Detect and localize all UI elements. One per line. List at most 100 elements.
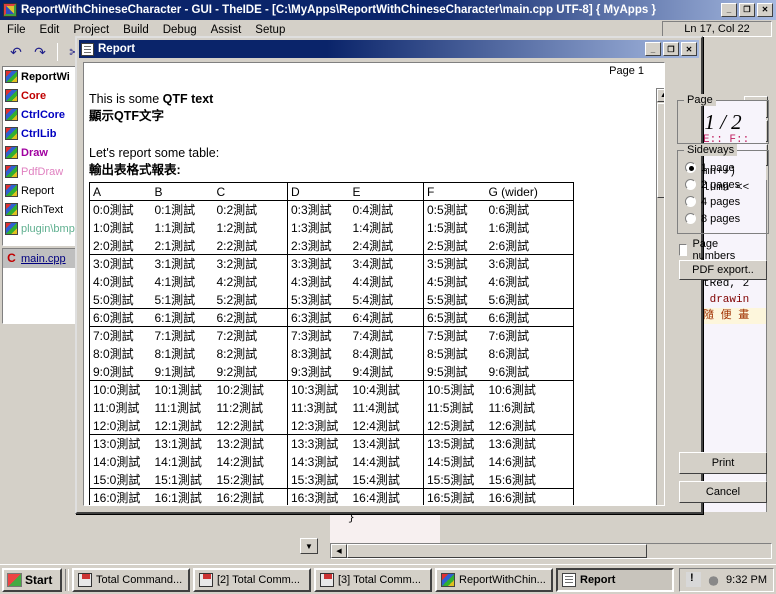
table-cell: 15:0測試 bbox=[89, 470, 152, 489]
radio-button-icon[interactable] bbox=[685, 179, 696, 190]
table-cell: 12:5測試 bbox=[423, 416, 486, 435]
table-cell: 2:6測試 bbox=[485, 236, 574, 255]
cancel-button[interactable]: Cancel bbox=[679, 481, 767, 503]
package-item-4[interactable]: Draw bbox=[3, 143, 75, 162]
checkbox-box-icon[interactable] bbox=[679, 244, 688, 256]
scroll-up-arrow-icon[interactable]: ▲ bbox=[657, 89, 664, 102]
file-list[interactable]: Cmain.cpp bbox=[2, 248, 76, 324]
table-row: 2:0測試 2:1測試 2:2測試 2:3測試 2:4測試 2:5測試 2:6測試 bbox=[89, 236, 574, 255]
start-label: Start bbox=[25, 572, 53, 587]
radio-button-icon[interactable] bbox=[685, 162, 696, 173]
table-cell: 14:2測試 bbox=[216, 455, 264, 469]
sideways-option-2[interactable]: 4 pages bbox=[678, 193, 768, 210]
dialog-close-icon[interactable]: ✕ bbox=[681, 42, 697, 56]
table-cell: 5:2測試 bbox=[213, 290, 288, 309]
redo-icon[interactable]: ↷ bbox=[30, 42, 50, 62]
package-icon bbox=[5, 222, 18, 235]
file-item-0[interactable]: Cmain.cpp bbox=[3, 249, 75, 268]
table-cell: 4:0測試 bbox=[89, 272, 152, 291]
table-cell: 13:0測試 bbox=[89, 434, 152, 453]
table-header-G: G (wider) bbox=[485, 182, 574, 201]
package-item-5[interactable]: PdfDraw bbox=[3, 162, 75, 181]
network-icon[interactable] bbox=[706, 572, 722, 587]
table-cell: 11:0測試 bbox=[89, 398, 152, 417]
table-cell: 8:2測試 bbox=[216, 347, 258, 361]
document-content: This is some QTF text 顯示QTF文字 Let's repo… bbox=[89, 91, 646, 506]
package-item-0[interactable]: ReportWi bbox=[3, 67, 75, 86]
document-preview[interactable]: Page 1 This is some QTF text 顯示QTF文字 Let… bbox=[83, 62, 665, 506]
bottom-horizontal-scrollbar[interactable]: ◀ bbox=[330, 543, 772, 559]
chevron-down-icon[interactable]: ▼ bbox=[300, 538, 318, 554]
table-cell: 0:2測試 bbox=[216, 203, 258, 218]
package-item-7[interactable]: RichText bbox=[3, 200, 75, 219]
table-cell: 9:3測試 bbox=[287, 362, 350, 381]
dialog-maximize-icon[interactable]: ❐ bbox=[663, 42, 679, 56]
close-icon[interactable]: ✕ bbox=[757, 3, 773, 17]
minimize-icon[interactable]: _ bbox=[721, 3, 737, 17]
scroll-left-icon[interactable]: ◀ bbox=[331, 544, 347, 558]
table-row: 11:0測試 11:1測試 11:2測試 11:3測試 11:4測試 11:5測試 11:6… bbox=[89, 398, 574, 417]
warning-icon[interactable] bbox=[686, 572, 702, 587]
table-cell: 6:4測試 bbox=[349, 308, 424, 327]
table-cell: 4:6測試 bbox=[485, 272, 574, 291]
taskbar-item-2[interactable]: [3] Total Comm... bbox=[314, 567, 432, 592]
table-cell: 8:4測試 bbox=[352, 347, 394, 361]
table-cell: 12:3測試 bbox=[287, 416, 350, 435]
table-cell: 1:4測試 bbox=[352, 221, 394, 235]
package-item-3[interactable]: CtrlLib bbox=[3, 124, 75, 143]
table-cell: 16:4測試 bbox=[352, 491, 400, 506]
taskbar-item-4[interactable]: Report bbox=[556, 567, 674, 592]
ide-bottom-code: } bbox=[330, 512, 440, 546]
scrollbar-thumb[interactable] bbox=[347, 544, 647, 558]
sideways-option-0[interactable]: 1 page bbox=[678, 159, 768, 176]
table-cell: 15:4測試 bbox=[349, 470, 424, 489]
start-button[interactable]: Start bbox=[2, 567, 62, 592]
package-item-6[interactable]: Report bbox=[3, 181, 75, 200]
table-cell: 15:5測試 bbox=[423, 470, 486, 489]
sideways-group: Sideways 1 page 2 pages 4 pages 8 pages bbox=[677, 144, 769, 234]
table-cell: 0:6測試 bbox=[485, 200, 574, 219]
table-row: 5:0測試 5:1測試 5:2測試 5:3測試 5:4測試 5:5測試 5:6測試 bbox=[89, 290, 574, 309]
dialog-minimize-icon[interactable]: _ bbox=[645, 42, 661, 56]
package-icon bbox=[5, 127, 18, 140]
document-vertical-scrollbar[interactable]: ▲ ▼ bbox=[656, 88, 664, 505]
taskbar-item-1[interactable]: [2] Total Comm... bbox=[193, 567, 311, 592]
print-button[interactable]: Print bbox=[679, 452, 767, 474]
document-scrollbar-thumb[interactable] bbox=[657, 103, 664, 198]
radio-button-icon[interactable] bbox=[685, 196, 696, 207]
radio-button-icon[interactable] bbox=[685, 213, 696, 224]
dialog-title-bar: Report _ ❐ ✕ bbox=[79, 40, 699, 58]
table-row: 15:0測試 15:1測試 15:2測試 15:3測試 15:4測試 15:5測試 15:6… bbox=[89, 470, 574, 489]
package-item-2[interactable]: CtrlCore bbox=[3, 105, 75, 124]
table-cell: 16:1測試 bbox=[154, 491, 202, 506]
sideways-option-1[interactable]: 2 pages bbox=[678, 176, 768, 193]
table-row: 9:0測試 9:1測試 9:2測試 9:3測試 9:4測試 9:5測試 9:6測試 bbox=[89, 362, 574, 381]
package-item-8[interactable]: plugin\bmp bbox=[3, 219, 75, 238]
document-page: Page 1 This is some QTF text 顯示QTF文字 Let… bbox=[84, 63, 650, 506]
table-header-E: E bbox=[349, 182, 424, 201]
table-row: 8:0測試 8:1測試 8:2測試 8:3測試 8:4測試 8:5測試 8:6測試 bbox=[89, 344, 574, 363]
table-row: 14:0測試 14:1測試 14:2測試 14:3測試 14:4測試 14:5測試 14:6… bbox=[89, 452, 574, 471]
table-cell: 6:0測試 bbox=[89, 308, 152, 327]
page-numbers-checkbox[interactable]: Page numbers bbox=[679, 238, 739, 262]
package-item-1[interactable]: Core bbox=[3, 86, 75, 105]
page-label: Page 1 bbox=[609, 65, 644, 77]
taskbar-item-3[interactable]: ReportWithChin... bbox=[435, 567, 553, 592]
package-label: CtrlLib bbox=[21, 127, 57, 140]
table-cell: 0:0測試 bbox=[89, 200, 152, 219]
package-list[interactable]: ReportWi Core CtrlCore CtrlLib Draw PdfDraw Re… bbox=[2, 66, 76, 246]
floppy-icon bbox=[78, 572, 92, 587]
sideways-option-3[interactable]: 8 pages bbox=[678, 210, 768, 227]
restore-icon[interactable]: ❐ bbox=[739, 3, 755, 17]
menu-item-file[interactable]: File bbox=[0, 22, 33, 38]
report-icon bbox=[81, 42, 94, 56]
taskbar-item-label: Total Command... bbox=[96, 573, 183, 586]
table-cell: 14:5測試 bbox=[423, 452, 486, 471]
table-cell: 13:3測試 bbox=[287, 434, 350, 453]
taskbar-item-0[interactable]: Total Command... bbox=[72, 567, 190, 592]
pdf-export-button[interactable]: PDF export.. bbox=[679, 260, 767, 280]
menu-item-edit[interactable]: Edit bbox=[33, 22, 67, 38]
table-cell: 7:4測試 bbox=[352, 329, 394, 344]
undo-icon[interactable]: ↶ bbox=[6, 42, 26, 62]
table-cell: 2:1測試 bbox=[151, 236, 214, 255]
